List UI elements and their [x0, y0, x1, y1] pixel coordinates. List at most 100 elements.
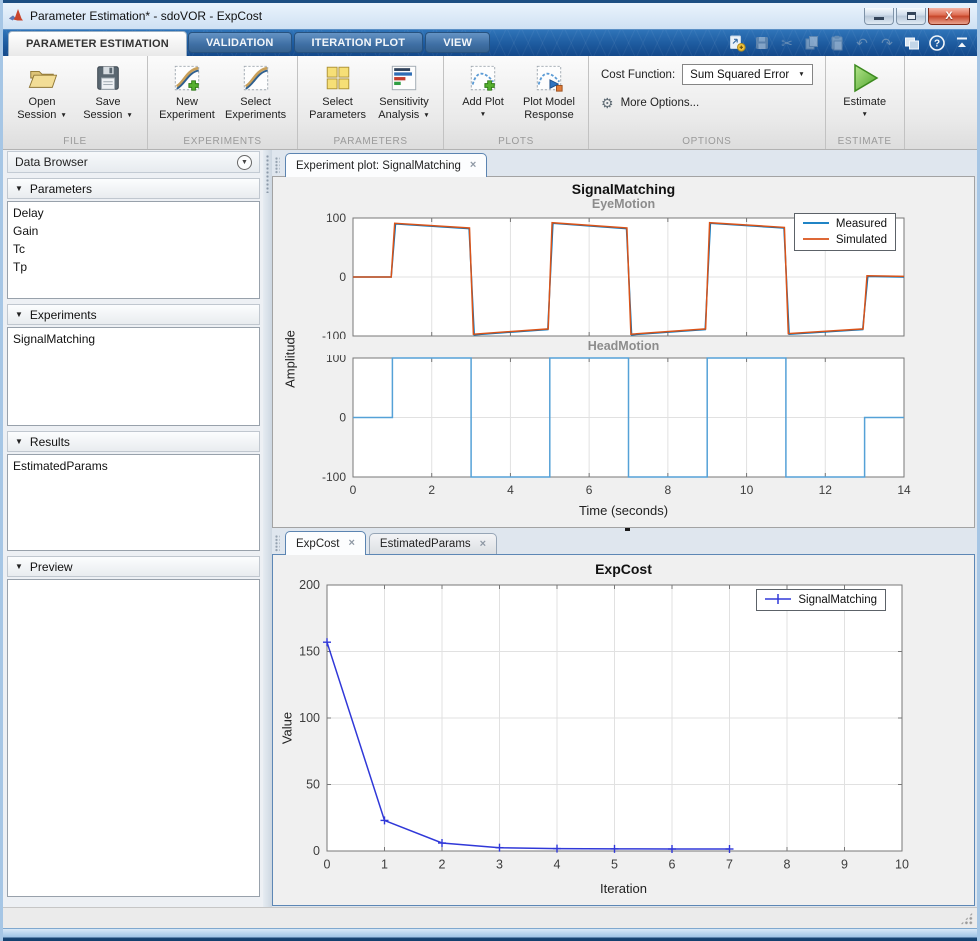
list-item[interactable]: Gain — [8, 222, 259, 240]
document-area: Experiment plot: SignalMatching SignalMa… — [272, 150, 977, 907]
doc-tab-label: ExpCost — [296, 538, 339, 550]
svg-text:2: 2 — [428, 483, 435, 497]
ribbon-group-file: OpenSession▼SaveSession▼ FILE — [3, 56, 148, 149]
gear-icon: ⚙ — [601, 96, 614, 110]
select-experiments-icon — [241, 61, 271, 95]
toolstrip-tab-parameter-estimation[interactable]: PARAMETER ESTIMATION — [8, 31, 187, 56]
expcost-legend[interactable]: SignalMatching — [756, 589, 886, 611]
section-header-parameters[interactable]: ▼Parameters — [7, 178, 260, 199]
save-session-button[interactable]: SaveSession▼ — [77, 60, 139, 123]
help-icon[interactable]: ? — [928, 34, 946, 52]
resize-grip[interactable] — [960, 912, 973, 925]
svg-text:0: 0 — [313, 844, 320, 858]
quick-access-toolbar: ✂↶↷? — [728, 34, 971, 52]
expcost-chart: 012345678910050100150200 — [273, 579, 974, 881]
experiment-plot-panel: Experiment plot: SignalMatching SignalMa… — [272, 150, 977, 528]
select-experiments-button[interactable]: SelectExperiments — [222, 60, 289, 123]
collapse-triangle-icon: ▼ — [15, 437, 23, 446]
section-list-results[interactable]: EstimatedParams — [7, 454, 260, 551]
copy-icon — [803, 34, 821, 52]
collapse-ribbon-icon[interactable] — [953, 34, 971, 52]
svg-text:3: 3 — [496, 858, 503, 872]
toolstrip-tab-iteration-plot[interactable]: ITERATION PLOT — [294, 32, 424, 53]
list-item[interactable]: Tp — [8, 258, 259, 276]
bottom-doc-tabs: ExpCost EstimatedParams — [285, 531, 497, 554]
more-options-button[interactable]: More Options... — [621, 97, 700, 109]
close-icon[interactable] — [470, 160, 476, 171]
status-bar — [3, 907, 977, 928]
restore-icon — [907, 12, 916, 20]
dropdown-caret-icon: ▼ — [480, 111, 486, 118]
new-experiment-button[interactable]: NewExperiment — [156, 60, 218, 123]
eyemotion-subtitle: EyeMotion — [273, 197, 974, 213]
legend-label: Measured — [836, 218, 887, 230]
close-button[interactable]: X — [928, 8, 970, 25]
add-plot-icon — [468, 61, 498, 95]
ribbon-group-experiments: NewExperimentSelectExperimentsEXPERIMENT… — [148, 56, 298, 149]
sensitivity-analysis-button[interactable]: SensitivityAnalysis▼ — [373, 60, 435, 123]
sensitivity-analysis-icon — [389, 61, 419, 95]
restore-button[interactable] — [896, 8, 926, 25]
doc-tab-expcost[interactable]: ExpCost — [285, 531, 366, 555]
list-item[interactable]: Delay — [8, 204, 259, 222]
plot-model-response-button[interactable]: Plot ModelResponse — [518, 60, 580, 123]
list-item[interactable]: EstimatedParams — [8, 457, 259, 475]
ribbon-group-plots: Add Plot▼Plot ModelResponsePLOTS — [444, 56, 589, 149]
select-parameters-button[interactable]: SelectParameters — [306, 60, 369, 123]
toolstrip-tab-view[interactable]: VIEW — [425, 32, 490, 53]
headmotion-subtitle: HeadMotion — [273, 339, 974, 355]
section-header-results[interactable]: ▼Results — [7, 431, 260, 452]
new-shortcut-icon[interactable] — [728, 34, 746, 52]
dropdown-caret-icon: ▼ — [126, 109, 132, 122]
close-icon[interactable] — [480, 539, 486, 550]
doc-tab-experiment-plot[interactable]: Experiment plot: SignalMatching — [285, 153, 487, 177]
data-browser-panel: Data Browser ▼ ▼ParametersDelayGainTcTp▼… — [3, 150, 263, 907]
main-area: Data Browser ▼ ▼ParametersDelayGainTcTp▼… — [3, 150, 977, 907]
svg-text:200: 200 — [299, 579, 320, 592]
ribbon-group-label-file: FILE — [3, 133, 147, 149]
list-item[interactable]: SignalMatching — [8, 330, 259, 348]
section-list-parameters[interactable]: DelayGainTcTp — [7, 201, 260, 299]
figure-title: SignalMatching — [273, 177, 974, 197]
section-list-preview[interactable] — [7, 579, 260, 897]
value-axis-label: Value — [280, 712, 295, 744]
minimize-button[interactable] — [864, 8, 894, 25]
svg-text:4: 4 — [554, 858, 561, 872]
dropdown-caret-icon: ▼ — [798, 71, 804, 78]
data-browser-header: Data Browser ▼ — [7, 151, 260, 173]
data-browser-title: Data Browser — [15, 155, 88, 169]
legend-entry-simulated: Simulated — [801, 232, 887, 248]
toolstrip-tab-validation[interactable]: VALIDATION — [188, 32, 292, 53]
svg-text:10: 10 — [740, 483, 754, 497]
layout-icon[interactable] — [903, 34, 921, 52]
panel-menu-button[interactable]: ▼ — [237, 155, 252, 170]
svg-text:100: 100 — [299, 711, 320, 725]
save-icon — [93, 61, 123, 95]
expcost-title: ExpCost — [273, 555, 974, 579]
svg-text:-100: -100 — [322, 470, 346, 484]
list-item[interactable]: Tc — [8, 240, 259, 258]
experiment-legend[interactable]: Measured Simulated — [794, 213, 896, 251]
estimate-button[interactable]: Estimate▼ — [834, 60, 896, 119]
section-header-preview[interactable]: ▼Preview — [7, 556, 260, 577]
ribbon-filler — [905, 56, 977, 149]
add-plot-button[interactable]: Add Plot▼ — [452, 60, 514, 119]
dropdown-caret-icon: ▼ — [423, 109, 429, 122]
section-label: Parameters — [30, 182, 92, 196]
experiment-head-svg: 02468101214-1000100 — [273, 355, 974, 503]
section-list-experiments[interactable]: SignalMatching — [7, 327, 260, 426]
svg-text:100: 100 — [326, 213, 346, 225]
svg-text:?: ? — [934, 39, 940, 50]
doc-tab-estimatedparams[interactable]: EstimatedParams — [369, 533, 497, 554]
panel-splitter[interactable] — [263, 150, 272, 907]
legend-label: SignalMatching — [798, 594, 877, 606]
tabbar-handle-icon — [275, 535, 280, 552]
close-icon[interactable] — [348, 538, 354, 549]
expcost-tabbar: ExpCost EstimatedParams — [272, 528, 977, 554]
svg-text:10: 10 — [895, 858, 909, 872]
open-folder-icon — [27, 61, 57, 95]
cost-function-select[interactable]: Sum Squared Error▼ — [682, 64, 813, 85]
open-session-button[interactable]: OpenSession▼ — [11, 60, 73, 123]
section-header-experiments[interactable]: ▼Experiments — [7, 304, 260, 325]
select-parameters-icon — [323, 61, 353, 95]
